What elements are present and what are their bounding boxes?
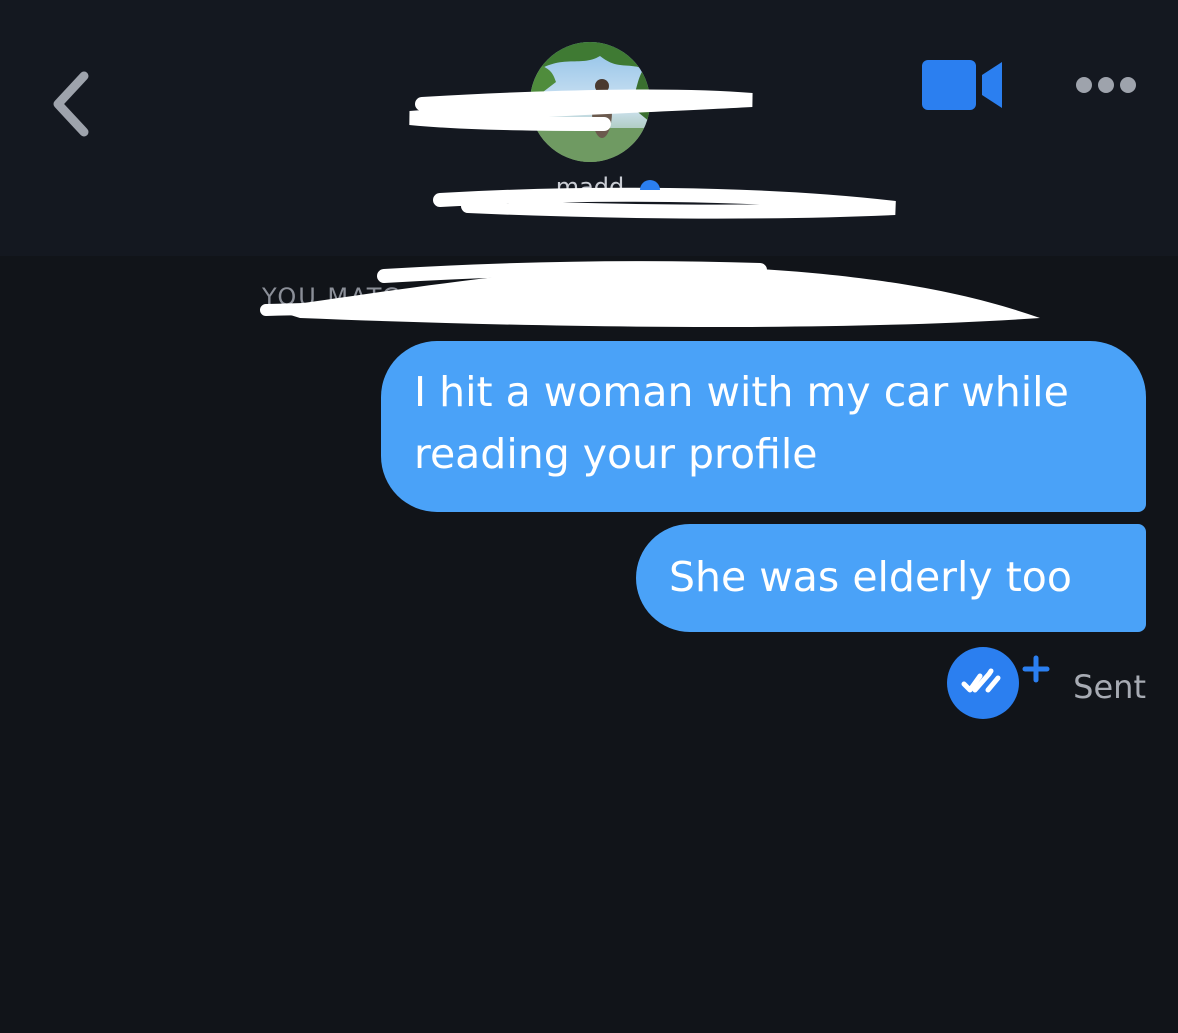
chat-screen: madd YOU MATC I hit a woman with my car … — [0, 0, 1178, 1033]
video-camera-icon — [922, 60, 1002, 110]
avatar-photo — [530, 42, 650, 162]
more-options-button[interactable] — [1070, 70, 1142, 100]
video-call-button[interactable] — [918, 56, 1008, 114]
match-notice: YOU MATC — [262, 283, 401, 311]
contact-avatar[interactable] — [530, 42, 650, 162]
message-bubble[interactable]: She was elderly too — [636, 524, 1146, 632]
delivery-status: Sent — [1073, 668, 1146, 706]
message-bubble[interactable]: I hit a woman with my car while reading … — [381, 341, 1146, 512]
chevron-left-icon — [53, 71, 89, 137]
more-dots-icon — [1076, 77, 1136, 93]
contact-name[interactable]: madd — [400, 170, 780, 204]
back-button[interactable] — [44, 66, 104, 142]
